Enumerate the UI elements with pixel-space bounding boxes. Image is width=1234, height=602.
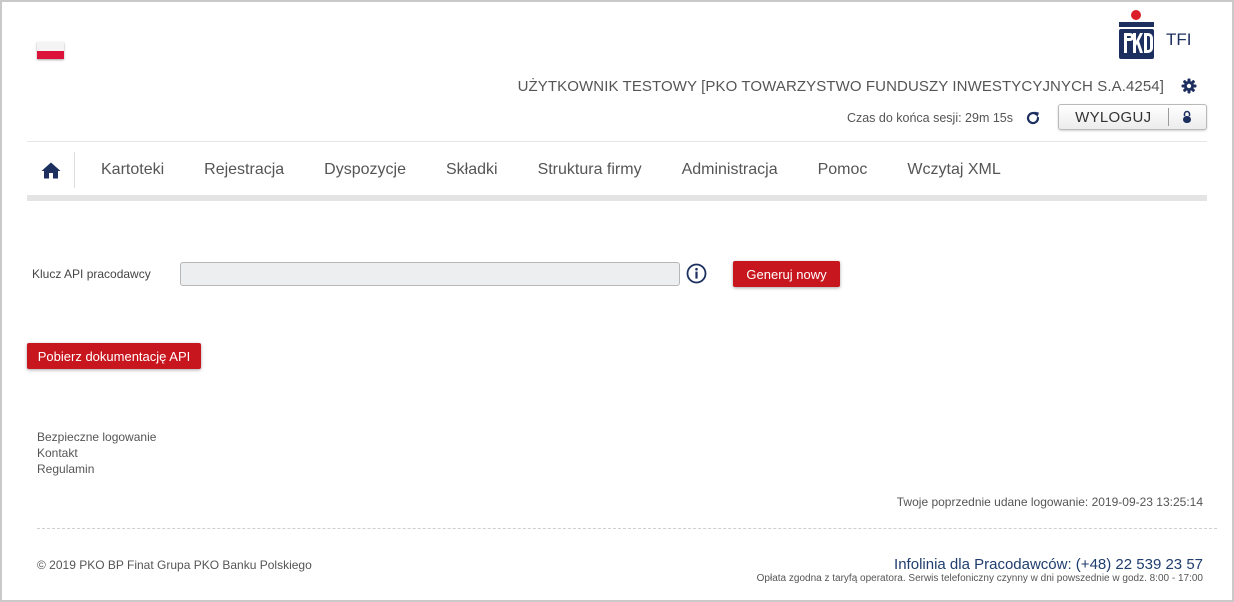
hotline: Infolinia dla Pracodawców: (+48) 22 539 …	[894, 556, 1203, 573]
polish-flag-icon[interactable]	[37, 42, 64, 59]
link-contact[interactable]: Kontakt	[37, 445, 156, 461]
nav-item-wczytaj-xml[interactable]: Wczytaj XML	[887, 161, 1020, 179]
pko-logo-icon	[1119, 10, 1154, 59]
session-timer: Czas do końca sesji: 29m 15s	[846, 111, 1013, 125]
footer-links: Bezpieczne logowanie Kontakt Regulamin	[37, 429, 156, 477]
nav-item-administracja[interactable]: Administracja	[662, 161, 798, 179]
nav-item-struktura-firmy[interactable]: Struktura firmy	[518, 161, 662, 179]
copyright: © 2019 PKO BP Finat Grupa PKO Banku Pols…	[37, 558, 312, 572]
link-terms[interactable]: Regulamin	[37, 461, 156, 477]
lock-icon	[1169, 110, 1206, 124]
footer-divider	[37, 528, 1217, 529]
nav-underline	[27, 195, 1207, 201]
page-frame: TFI UŻYTKOWNIK TESTOWY [PKO TOWARZYSTWO …	[0, 0, 1234, 602]
refresh-icon[interactable]	[1024, 109, 1042, 127]
link-secure-login[interactable]: Bezpieczne logowanie	[37, 429, 156, 445]
last-login-info: Twoje poprzednie udane logowanie: 2019-0…	[896, 495, 1203, 509]
pko-tfi-logo: TFI	[1117, 8, 1197, 64]
logout-label: WYLOGUJ	[1075, 108, 1152, 126]
header-divider	[27, 141, 1207, 142]
nav-item-pomoc[interactable]: Pomoc	[798, 161, 888, 179]
api-key-input[interactable]	[180, 262, 680, 286]
download-api-docs-button[interactable]: Pobierz dokumentację API	[27, 343, 201, 369]
generate-new-button[interactable]: Generuj nowy	[733, 261, 840, 287]
logo-text: TFI	[1166, 30, 1192, 49]
hotline-fineprint: Opłata zgodna z taryfą operatora. Serwis…	[756, 573, 1203, 584]
nav-item-skladki[interactable]: Składki	[426, 161, 518, 179]
gear-icon[interactable]	[1181, 78, 1197, 94]
home-icon[interactable]	[27, 152, 75, 188]
nav-item-dyspozycje[interactable]: Dyspozycje	[304, 161, 426, 179]
nav-item-kartoteki[interactable]: Kartoteki	[75, 161, 184, 179]
nav-item-rejestracja[interactable]: Rejestracja	[184, 161, 304, 179]
logout-button[interactable]: WYLOGUJ	[1058, 104, 1207, 130]
user-info: UŻYTKOWNIK TESTOWY [PKO TOWARZYSTWO FUND…	[517, 78, 1164, 95]
info-icon[interactable]	[686, 263, 707, 284]
main-nav: Kartoteki Rejestracja Dyspozycje Składki…	[27, 150, 1207, 190]
api-key-label: Klucz API pracodawcy	[32, 267, 151, 281]
